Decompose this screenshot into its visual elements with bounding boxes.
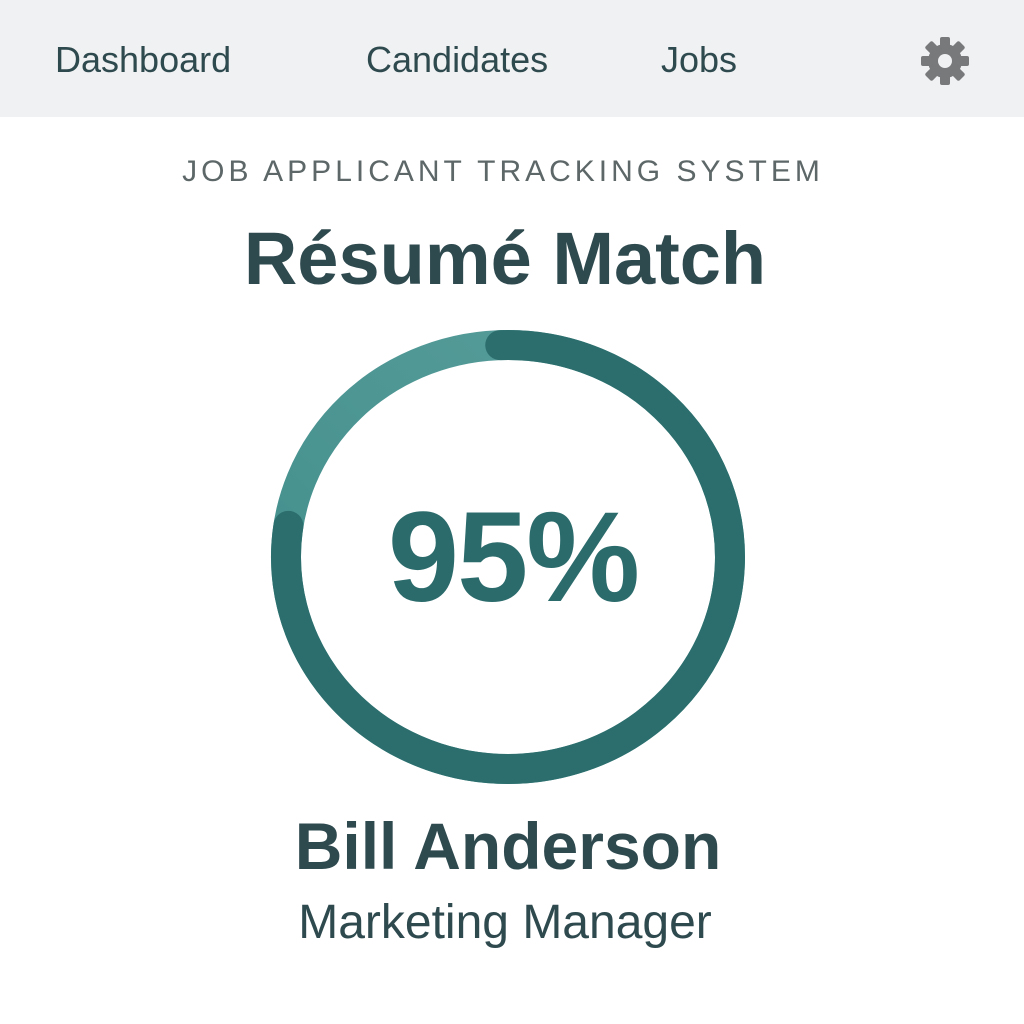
candidate-name: Bill Anderson: [294, 809, 722, 883]
page-title: Résumé Match: [243, 217, 767, 300]
match-score-gauge: 95%: [262, 322, 758, 792]
nav-item-candidates[interactable]: Candidates: [366, 38, 548, 82]
nav-item-dashboard[interactable]: Dashboard: [55, 38, 231, 82]
candidate-role: Marketing Manager: [298, 896, 712, 949]
app-subtitle: JOB APPLICANT TRACKING SYSTEM: [182, 155, 824, 188]
match-percentage: 95%: [387, 485, 640, 629]
top-navigation-bar: Dashboard Candidates Jobs: [0, 0, 1024, 117]
gear-icon: [921, 37, 969, 85]
page: Dashboard Candidates Jobs JOB APPLICANT …: [0, 0, 1024, 1024]
nav-item-jobs[interactable]: Jobs: [661, 38, 737, 82]
settings-button[interactable]: [917, 33, 973, 89]
